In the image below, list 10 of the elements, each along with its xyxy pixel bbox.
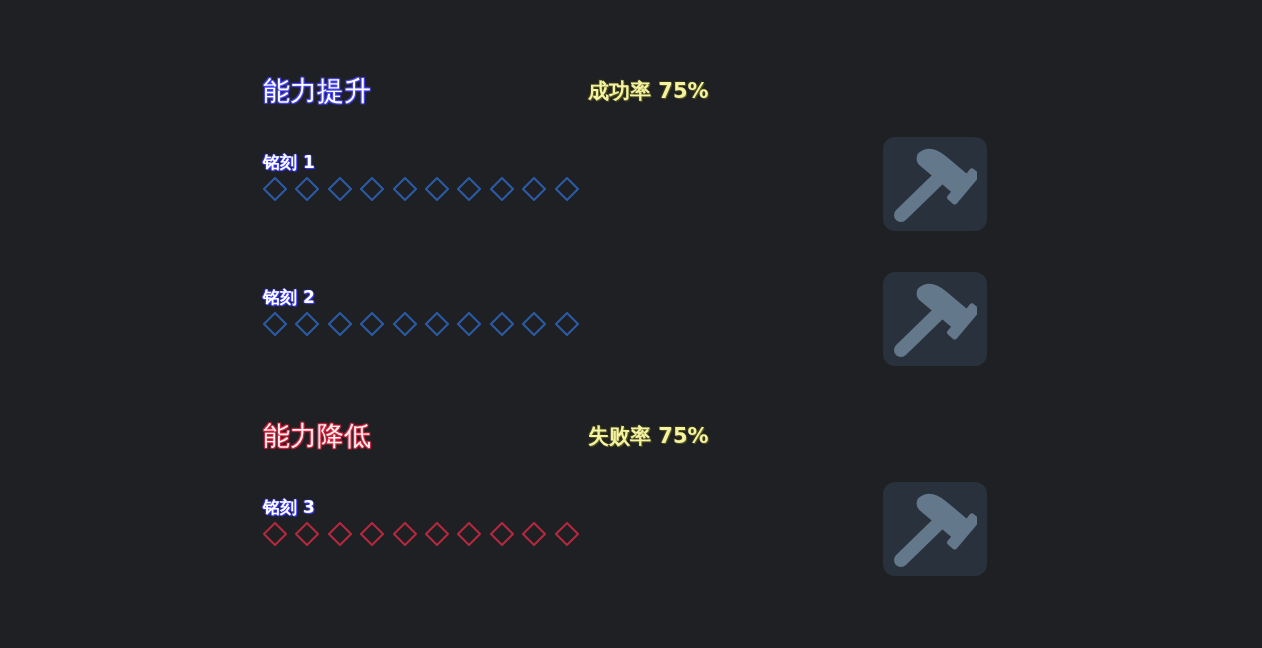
inscription-label: 铭刻 1 — [263, 151, 315, 173]
section-title: 能力降低 — [263, 419, 371, 453]
section-title: 能力提升 — [263, 74, 371, 108]
inscription-label: 铭刻 3 — [263, 496, 315, 518]
rate-text: 成功率 75% — [588, 78, 709, 105]
hammer-button[interactable] — [883, 137, 987, 231]
hammer-button[interactable] — [883, 272, 987, 366]
hammer-button[interactable] — [883, 482, 987, 576]
rate-text: 失败率 75% — [588, 423, 709, 450]
inscription-label: 铭刻 2 — [263, 286, 315, 308]
